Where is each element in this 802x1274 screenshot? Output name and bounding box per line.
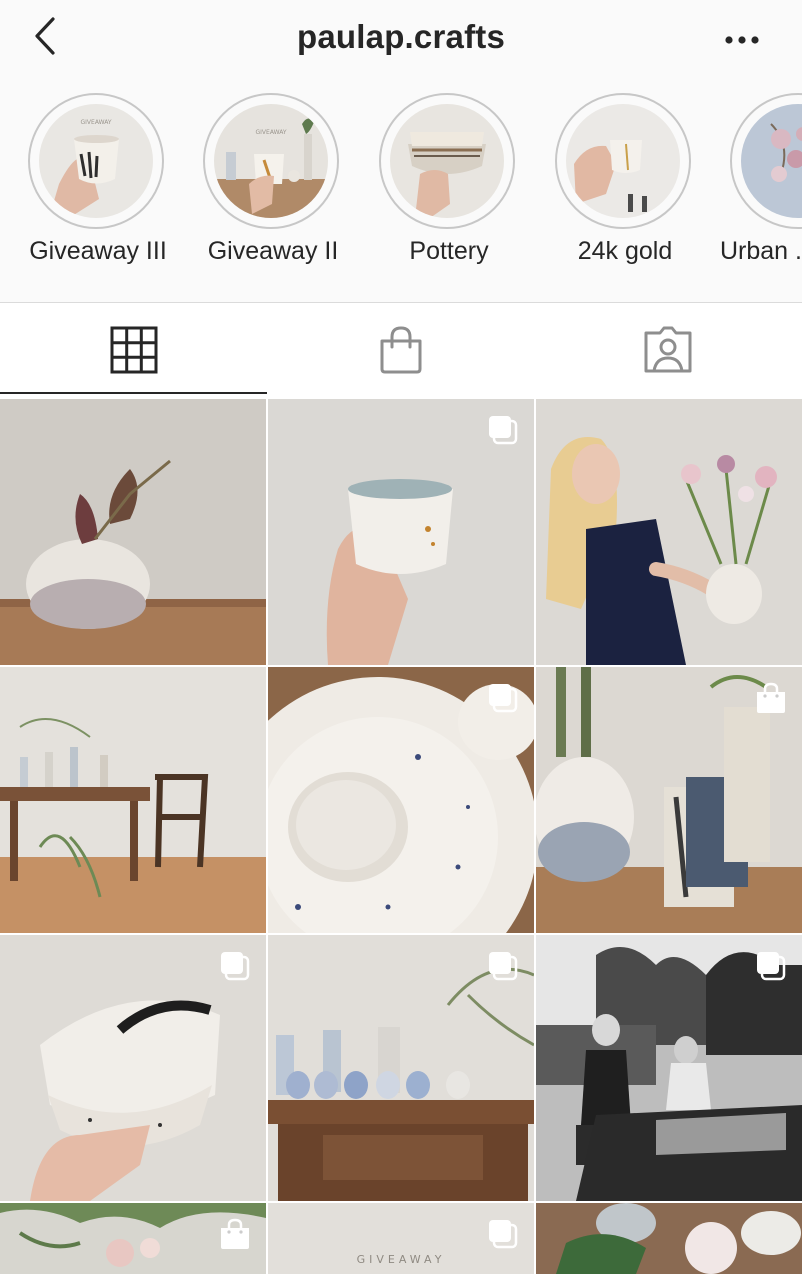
- highlight-label: Giveaway III: [29, 237, 167, 265]
- carousel-icon: [757, 952, 786, 981]
- highlight-cover: [566, 104, 680, 218]
- profile-username: paulap.crafts: [297, 18, 505, 55]
- story-highlights-tray[interactable]: GIVEAWAY Giveaway III GIVEAWAY Giveaway …: [0, 80, 802, 302]
- grid-icon: [110, 326, 157, 374]
- carousel-icon: [489, 952, 518, 981]
- carousel-icon: [489, 416, 518, 445]
- highlight-ring: GIVEAWAY: [28, 93, 164, 229]
- carousel-icon: [489, 684, 518, 713]
- post-thumbnail[interactable]: [268, 667, 534, 933]
- post-thumbnail[interactable]: GIVEAWAY: [268, 1203, 534, 1274]
- svg-text:GIVEAWAY: GIVEAWAY: [256, 129, 287, 136]
- highlight-ring: [379, 93, 515, 229]
- tagged-person-icon: [644, 326, 691, 373]
- post-thumbnail[interactable]: [0, 935, 266, 1201]
- svg-text:GIVEAWAY: GIVEAWAY: [81, 119, 112, 126]
- shopping-bag-icon: [757, 682, 785, 713]
- active-tab-indicator: [0, 392, 267, 394]
- post-thumbnail[interactable]: [536, 399, 802, 665]
- tab-tagged[interactable]: [534, 303, 801, 397]
- post-thumbnail[interactable]: [268, 399, 534, 665]
- tab-posts[interactable]: [0, 303, 267, 397]
- post-thumbnail[interactable]: [0, 667, 266, 933]
- post-thumbnail[interactable]: [536, 935, 802, 1201]
- ellipsis-icon: [725, 36, 759, 44]
- carousel-icon: [489, 1220, 518, 1249]
- highlight-label: Urban ...: [720, 237, 802, 265]
- highlight-cover: GIVEAWAY: [39, 104, 153, 218]
- highlight-ring: [555, 93, 691, 229]
- highlight-label: Giveaway II: [207, 237, 339, 265]
- highlight-cover: GIVEAWAY: [214, 104, 328, 218]
- post-thumbnail[interactable]: [536, 667, 802, 933]
- post-thumbnail[interactable]: [0, 399, 266, 665]
- post-thumbnail[interactable]: [268, 935, 534, 1201]
- shopping-bag-icon: [221, 1218, 249, 1249]
- tab-shop[interactable]: [267, 303, 534, 397]
- profile-header: paulap.crafts: [0, 0, 802, 80]
- highlight-ring: [730, 93, 802, 229]
- highlight-label: 24k gold: [577, 237, 673, 265]
- profile-tabs: [0, 303, 802, 397]
- carousel-icon: [221, 952, 250, 981]
- post-overlay-text: GIVEAWAY: [356, 1253, 446, 1266]
- highlight-ring: GIVEAWAY: [203, 93, 339, 229]
- highlight-cover: [390, 104, 504, 218]
- post-thumbnail[interactable]: [0, 1203, 266, 1274]
- post-thumbnail[interactable]: [536, 1203, 802, 1274]
- highlight-cover: [741, 104, 802, 218]
- highlight-label: Pottery: [409, 237, 489, 265]
- more-options-button[interactable]: [716, 20, 768, 60]
- shopping-bag-icon: [380, 326, 421, 374]
